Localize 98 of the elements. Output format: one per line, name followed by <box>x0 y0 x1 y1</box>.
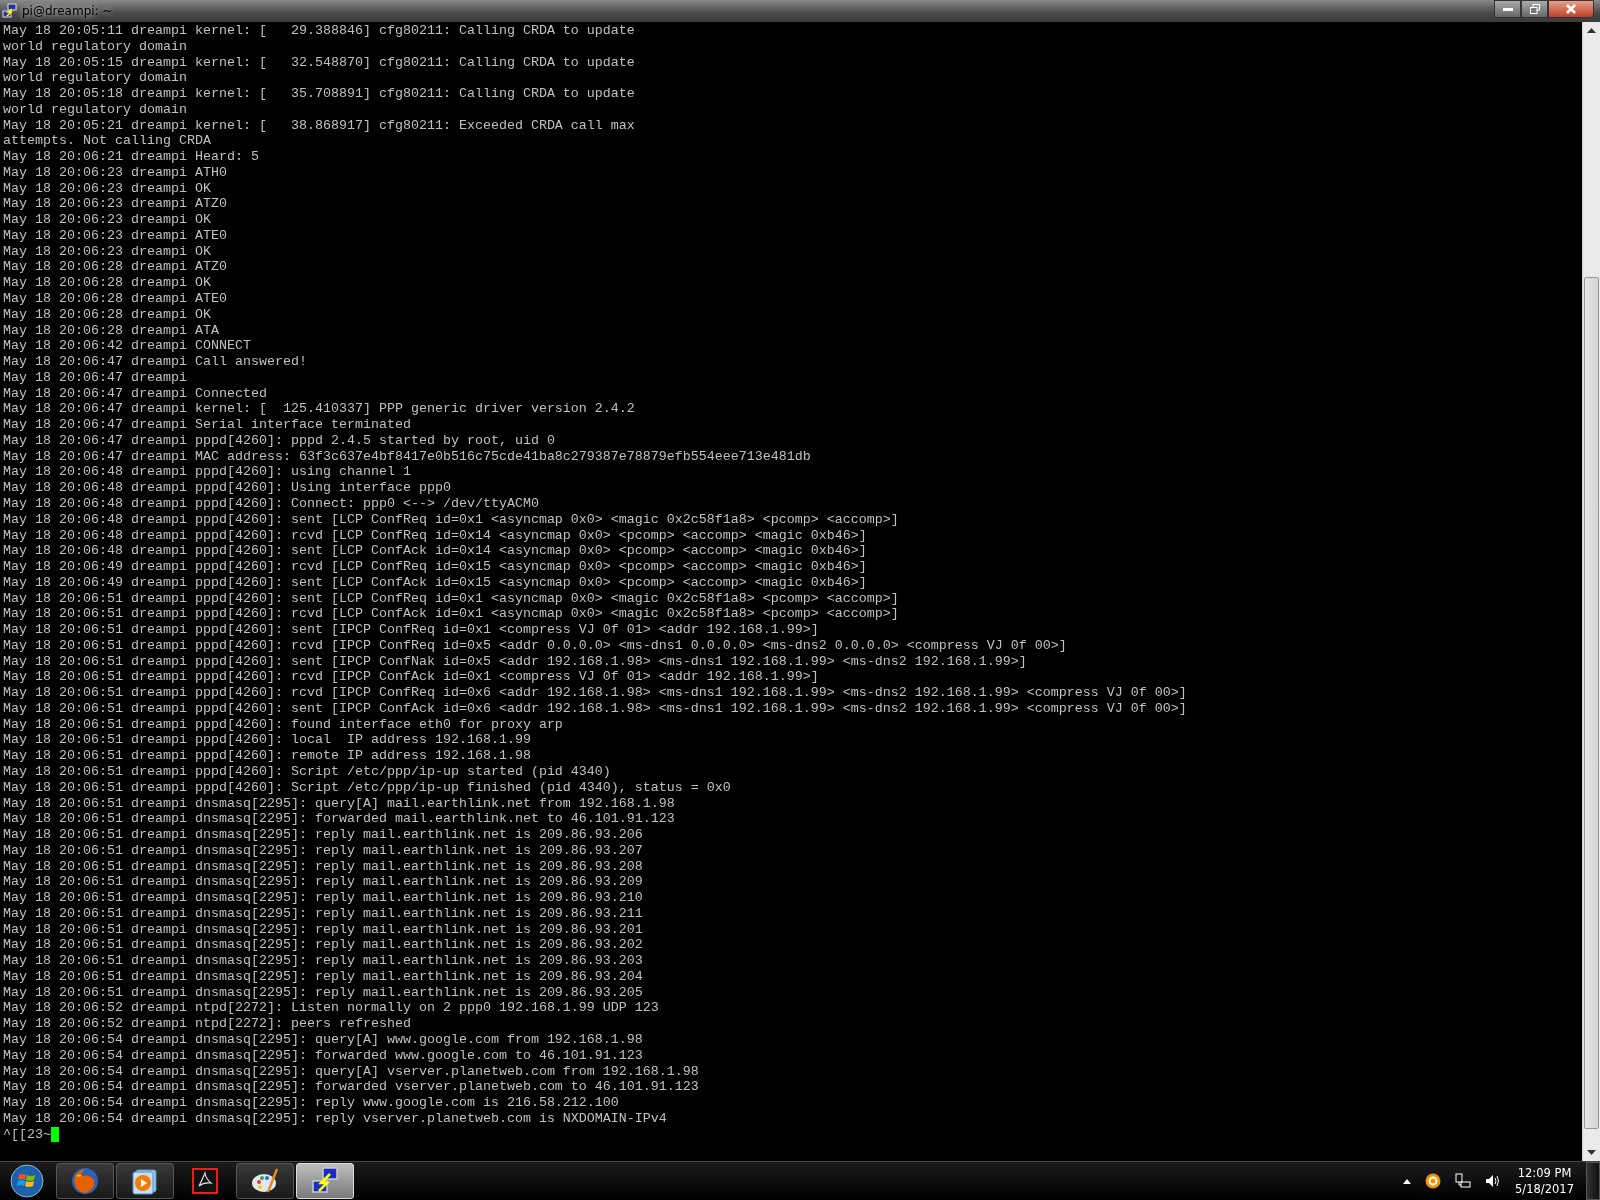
terminal-line: May 18 20:06:51 dreampi dnsmasq[2295]: reply mail.earthlink.net is 209.86.93.206 <box>3 827 644 843</box>
terminal-line: May 18 20:06:51 dreampi dnsmasq[2295]: reply mail.earthlink.net is 209.86.93.205 <box>3 984 644 1001</box>
terminal-line: May 18 20:06:47 dreampi Call answered! <box>3 354 308 370</box>
terminal-line: May 18 20:06:51 dreampi pppd[4260]: Script /etc/ppp/ip-up started (pid 4340) <box>3 764 612 780</box>
terminal-line: May 18 20:06:51 dreampi dnsmasq[2295]: reply mail.earthlink.net is 209.86.93.210 <box>3 890 644 906</box>
terminal-line: May 18 20:06:28 dreampi OK <box>3 275 212 291</box>
ring-icon[interactable] <box>1425 1173 1442 1189</box>
play-icon <box>130 1166 160 1196</box>
terminal-line: May 18 20:06:28 dreampi ATZ0 <box>3 259 228 276</box>
terminal-line: attempts. Not calling CRDA <box>3 133 212 150</box>
terminal-line: May 18 20:06:51 dreampi pppd[4260]: Script /etc/ppp/ip-up finished (pid 4340), status = 0x0 <box>3 779 732 796</box>
minimize-button[interactable] <box>1494 0 1521 18</box>
show-hidden-icons-icon[interactable] <box>1403 1178 1412 1184</box>
scroll-up-arrow-icon[interactable] <box>1587 28 1596 33</box>
computers-icon <box>310 1166 340 1196</box>
taskbar-button[interactable] <box>236 1163 294 1199</box>
terminal-line: May 18 20:06:49 dreampi pppd[4260]: rcvd [LCP ConfReq id=0x15 <asyncmap 0x0> <pcomp> <accomp> <magic 0xb46>] <box>3 559 868 575</box>
restore-icon <box>1529 4 1540 14</box>
close-icon <box>1565 4 1577 14</box>
taskbar-button[interactable] <box>116 1163 174 1199</box>
terminal-line: May 18 20:06:51 dreampi pppd[4260]: rcvd [IPCP ConfReq id=0x5 <addr 0.0.0.0> <ms-dns1 0.0.0.0> <ms-dns2 0.0.0.0> <compress VJ 0f 00>] <box>3 637 1068 654</box>
terminal-line: May 18 20:06:51 dreampi dnsmasq[2295]: reply mail.earthlink.net is 209.86.93.204 <box>3 968 644 985</box>
terminal-line: May 18 20:06:54 dreampi dnsmasq[2295]: query[A] vserver.planetweb.com from 192.168.1.98 <box>3 1063 700 1080</box>
terminal-line: May 18 20:06:48 dreampi pppd[4260]: Using interface ppp0 <box>3 480 452 496</box>
text-cursor <box>51 1126 59 1142</box>
terminal-line: May 18 20:06:28 dreampi ATE0 <box>3 291 228 307</box>
clock-time: 12:09 PM <box>1517 1165 1572 1181</box>
terminal-line: May 18 20:06:51 dreampi pppd[4260]: local IP address 192.168.1.99 <box>3 732 532 749</box>
terminal-line: May 18 20:06:47 dreampi Connected <box>3 385 268 402</box>
terminal-line: May 18 20:06:54 dreampi dnsmasq[2295]: reply www.google.com is 216.58.212.100 <box>3 1095 620 1111</box>
terminal-line: May 18 20:06:51 dreampi dnsmasq[2295]: forwarded mail.earthlink.net to 46.101.91.123 <box>3 811 676 828</box>
clock-date: 5/18/2017 <box>1515 1181 1574 1197</box>
terminal-line: May 18 20:06:23 dreampi ATZ0 <box>3 196 228 213</box>
terminal-line: May 18 20:06:47 dreampi Serial interface terminated <box>3 417 412 433</box>
terminal-line: May 18 20:06:52 dreampi ntpd[2272]: peers refreshed <box>3 1016 412 1032</box>
terminal-line: May 18 20:06:23 dreampi OK <box>3 180 212 197</box>
terminal-line: May 18 20:06:48 dreampi pppd[4260]: rcvd [LCP ConfReq id=0x14 <asyncmap 0x0> <pcomp> <accomp> <magic 0xb46>] <box>3 527 868 544</box>
scroll-down-arrow-icon[interactable] <box>1587 1150 1596 1155</box>
terminal-line: May 18 20:06:51 dreampi dnsmasq[2295]: reply mail.earthlink.net is 209.86.93.207 <box>3 842 644 859</box>
terminal-line: May 18 20:06:48 dreampi pppd[4260]: using channel 1 <box>3 464 412 481</box>
terminal-line: May 18 20:06:51 dreampi pppd[4260]: sent [LCP ConfReq id=0x1 <asyncmap 0x0> <magic 0x2c58f1a8> <pcomp> <accomp>] <box>3 590 900 607</box>
terminal-line: May 18 20:06:23 dreampi ATH0 <box>3 164 228 181</box>
vertical-scrollbar[interactable] <box>1582 22 1600 1161</box>
terminal-line: May 18 20:06:54 dreampi dnsmasq[2295]: reply vserver.planetweb.com is NXDOMAIN-IPv4 <box>3 1110 668 1127</box>
pdf-icon <box>192 1168 218 1194</box>
terminal-line: May 18 20:05:18 dreampi kernel: [ 35.708891] cfg80211: Calling CRDA to update <box>3 86 636 102</box>
terminal-line: world regulatory domain <box>3 38 188 55</box>
terminal-line: May 18 20:06:51 dreampi pppd[4260]: rcvd [LCP ConfAck id=0x1 <asyncmap 0x0> <magic 0x2c58f1a8> <pcomp> <accomp>] <box>3 606 900 623</box>
terminal-line: May 18 20:06:51 dreampi pppd[4260]: remote IP address 192.168.1.98 <box>3 748 532 764</box>
network-icon[interactable] <box>1455 1173 1472 1189</box>
terminal-line: May 18 20:06:51 dreampi dnsmasq[2295]: query[A] mail.earthlink.net from 192.168.1.98 <box>3 795 676 812</box>
terminal-line: May 18 20:06:23 dreampi OK <box>3 243 212 260</box>
terminal-line: May 18 20:06:47 dreampi <box>3 369 188 386</box>
fox-globe-icon <box>70 1166 100 1196</box>
restore-button[interactable] <box>1521 0 1548 18</box>
terminal-line: May 18 20:06:42 dreampi CONNECT <box>3 338 252 355</box>
terminal-line: May 18 20:06:52 dreampi ntpd[2272]: Listen normally on 2 ppp0 192.168.1.99 UDP 123 <box>3 1000 660 1017</box>
terminal-line: May 18 20:05:11 dreampi kernel: [ 29.388846] cfg80211: Calling CRDA to update <box>3 23 636 39</box>
terminal-line: May 18 20:06:51 dreampi pppd[4260]: sent [IPCP ConfNak id=0x5 <addr 192.168.1.98> <ms-dns1 192.168.1.99> <ms-dns2 192.168.1.99>] <box>3 653 1028 670</box>
terminal-line: May 18 20:06:47 dreampi kernel: [ 125.410337] PPP generic driver version 2.4.2 <box>3 401 636 418</box>
terminal-line: May 18 20:06:21 dreampi Heard: 5 <box>3 149 260 165</box>
terminal-line: May 18 20:06:47 dreampi MAC address: 63f3c637e4bf8417e0b516c75cde41ba8c279387e78879efb554eee713e481db <box>3 448 812 465</box>
terminal-line: May 18 20:06:54 dreampi dnsmasq[2295]: forwarded vserver.planetweb.com to 46.101.91.123 <box>3 1079 700 1096</box>
minimize-icon <box>1502 7 1513 11</box>
terminal-line: May 18 20:06:48 dreampi pppd[4260]: sent [LCP ConfAck id=0x14 <asyncmap 0x0> <pcomp> <accomp> <magic 0xb46>] <box>3 543 868 560</box>
computers-icon <box>2 3 18 19</box>
terminal-line: May 18 20:06:23 dreampi OK <box>3 212 212 228</box>
terminal-line: May 18 20:06:51 dreampi pppd[4260]: rcvd [IPCP ConfAck id=0x1 <compress VJ 0f 01> <addr 192.168.1.99>] <box>3 669 820 686</box>
terminal-line: May 18 20:06:28 dreampi ATA <box>3 322 220 339</box>
terminal-line: May 18 20:06:51 dreampi pppd[4260]: found interface eth0 for proxy arp <box>3 716 564 733</box>
terminal-line: May 18 20:06:54 dreampi dnsmasq[2295]: forwarded www.google.com to 46.101.91.123 <box>3 1047 644 1064</box>
terminal-line: May 18 20:06:51 dreampi dnsmasq[2295]: reply mail.earthlink.net is 209.86.93.202 <box>3 937 644 954</box>
clock[interactable]: 12:09 PM 5/18/2017 <box>1509 1165 1580 1197</box>
terminal-line: May 18 20:06:51 dreampi dnsmasq[2295]: reply mail.earthlink.net is 209.86.93.211 <box>3 905 644 922</box>
show-desktop-button[interactable] <box>1586 1162 1600 1200</box>
terminal-line: May 18 20:06:28 dreampi OK <box>3 306 212 323</box>
scrollbar-thumb[interactable] <box>1584 277 1599 1129</box>
terminal-line: May 18 20:06:51 dreampi pppd[4260]: rcvd [IPCP ConfReq id=0x6 <addr 192.168.1.98> <ms-dns1 192.168.1.99> <ms-dns2 192.168.1.99> <compress VJ 0f 00>] <box>3 685 1188 701</box>
terminal-line: May 18 20:06:51 dreampi dnsmasq[2295]: reply mail.earthlink.net is 209.86.93.201 <box>3 921 644 938</box>
terminal-line: May 18 20:06:51 dreampi pppd[4260]: sent [IPCP ConfAck id=0x6 <addr 192.168.1.98> <ms-dns1 192.168.1.99> <ms-dns2 192.168.1.99> <compress VJ 0f 00>] <box>3 700 1188 717</box>
terminal-line: May 18 20:06:51 dreampi dnsmasq[2295]: reply mail.earthlink.net is 209.86.93.208 <box>3 858 644 875</box>
terminal-line: May 18 20:06:51 dreampi dnsmasq[2295]: reply mail.earthlink.net is 209.86.93.203 <box>3 953 644 969</box>
speaker-icon[interactable] <box>1485 1173 1502 1189</box>
terminal-line: May 18 20:06:23 dreampi ATE0 <box>3 227 228 244</box>
terminal-line: May 18 20:06:51 dreampi pppd[4260]: sent [IPCP ConfReq id=0x1 <compress VJ 0f 01> <addr 192.168.1.99>] <box>3 622 820 638</box>
window-title: pi@dreampi: ~ <box>22 4 113 18</box>
terminal-line: May 18 20:06:49 dreampi pppd[4260]: sent [LCP ConfAck id=0x15 <asyncmap 0x0> <pcomp> <accomp> <magic 0xb46>] <box>3 574 868 591</box>
terminal-prompt: ^[[23~ <box>3 1126 51 1143</box>
terminal-line: May 18 20:06:51 dreampi dnsmasq[2295]: reply mail.earthlink.net is 209.86.93.209 <box>3 874 644 891</box>
terminal-line: May 18 20:05:15 dreampi kernel: [ 32.548870] cfg80211: Calling CRDA to update <box>3 54 636 71</box>
terminal-line: May 18 20:06:47 dreampi pppd[4260]: pppd 2.4.5 started by root, uid 0 <box>3 432 556 449</box>
terminal-line: May 18 20:05:21 dreampi kernel: [ 38.868917] cfg80211: Exceeded CRDA call max <box>3 117 636 134</box>
terminal-line: world regulatory domain <box>3 70 188 87</box>
terminal-line: May 18 20:06:54 dreampi dnsmasq[2295]: query[A] www.google.com from 192.168.1.98 <box>3 1032 644 1048</box>
terminal-line: May 18 20:06:48 dreampi pppd[4260]: Connect: ppp0 <--> /dev/ttyACM0 <box>3 495 540 512</box>
close-button[interactable] <box>1548 0 1594 18</box>
terminal-line: world regulatory domain <box>3 101 188 118</box>
terminal-line: May 18 20:06:48 dreampi pppd[4260]: sent [LCP ConfReq id=0x1 <asyncmap 0x0> <magic 0x2c58f1a8> <pcomp> <accomp>] <box>3 511 900 528</box>
